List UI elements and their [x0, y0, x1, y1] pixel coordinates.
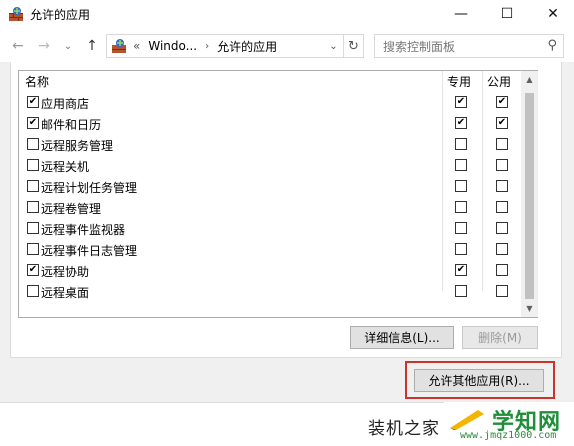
private-network-checkbox[interactable]	[455, 285, 467, 297]
close-button[interactable]: ✕	[530, 0, 574, 28]
private-network-checkbox[interactable]	[455, 159, 467, 171]
app-enabled-checkbox[interactable]	[27, 222, 39, 234]
public-network-checkbox[interactable]: ✔	[496, 117, 508, 129]
app-enabled-checkbox[interactable]: ✔	[27, 264, 39, 276]
private-network-checkbox[interactable]	[455, 138, 467, 150]
private-network-checkbox[interactable]	[455, 222, 467, 234]
app-enabled-checkbox[interactable]: ✔	[27, 96, 39, 108]
navigation-bar: ← → ⌄ ↑ « Windo... › 允许的应用 ⌄ ↻ 搜索控制面板 ⚲	[0, 30, 574, 62]
app-enabled-checkbox[interactable]	[27, 285, 39, 297]
private-network-checkbox[interactable]: ✔	[455, 117, 467, 129]
firewall-app-icon	[9, 7, 23, 21]
recent-locations-button[interactable]: ⌄	[62, 36, 74, 56]
list-item[interactable]: ✔ 邮件和日历 ✔ ✔	[19, 113, 521, 134]
private-network-checkbox[interactable]: ✔	[455, 264, 467, 276]
app-enabled-checkbox[interactable]: ✔	[27, 117, 39, 129]
scroll-down-icon[interactable]: ▼	[521, 300, 538, 317]
watermark-url: www.jmqz1000.com	[460, 430, 557, 441]
public-network-checkbox[interactable]	[496, 222, 508, 234]
arrow-right-icon: →	[38, 38, 50, 54]
public-network-checkbox[interactable]: ✔	[496, 96, 508, 108]
refresh-button[interactable]: ↻	[343, 35, 363, 57]
public-network-checkbox[interactable]	[496, 138, 508, 150]
list-item[interactable]: 远程关机	[19, 155, 521, 176]
private-network-checkbox[interactable]	[455, 201, 467, 213]
breadcrumb-segment[interactable]: 允许的应用	[217, 38, 277, 55]
app-name: 远程协助	[41, 265, 90, 279]
chevron-down-icon: ⌄	[329, 40, 338, 52]
app-name: 应用商店	[41, 97, 90, 111]
public-network-checkbox[interactable]	[496, 159, 508, 171]
up-button[interactable]: ↑	[82, 36, 102, 56]
public-network-checkbox[interactable]	[496, 243, 508, 255]
list-item[interactable]: 远程服务管理	[19, 134, 521, 155]
column-header-public[interactable]: 公用	[487, 71, 511, 91]
public-network-checkbox[interactable]	[496, 285, 508, 297]
details-button[interactable]: 详细信息(L)...	[350, 326, 454, 349]
public-network-checkbox[interactable]	[496, 180, 508, 192]
app-enabled-checkbox[interactable]	[27, 201, 39, 213]
app-name: 远程计划任务管理	[41, 181, 138, 195]
scrollbar-thumb[interactable]	[525, 93, 534, 299]
app-name: 远程服务管理	[41, 139, 114, 153]
search-icon[interactable]: ⚲	[547, 38, 557, 53]
title-bar: 允许的应用 — ☐ ✕	[0, 0, 574, 30]
app-enabled-checkbox[interactable]	[27, 138, 39, 150]
private-network-checkbox[interactable]	[455, 180, 467, 192]
app-name: 远程卷管理	[41, 202, 102, 216]
app-name: 邮件和日历	[41, 118, 102, 132]
app-name: 远程事件监视器	[41, 223, 126, 237]
firewall-app-icon	[112, 39, 126, 53]
column-header-private[interactable]: 专用	[447, 71, 471, 91]
private-network-checkbox[interactable]	[455, 243, 467, 255]
vertical-scrollbar[interactable]: ▲ ▼	[521, 71, 538, 317]
back-button[interactable]: ←	[8, 36, 28, 56]
remove-button[interactable]: 删除(M)	[462, 326, 538, 349]
list-item[interactable]: 远程事件监视器	[19, 218, 521, 239]
maximize-button[interactable]: ☐	[484, 0, 530, 28]
list-item[interactable]: 远程桌面	[19, 281, 521, 302]
app-enabled-checkbox[interactable]	[27, 243, 39, 255]
public-network-checkbox[interactable]	[496, 264, 508, 276]
arrow-up-icon: ↑	[86, 38, 98, 54]
search-input[interactable]: 搜索控制面板 ⚲	[374, 34, 564, 58]
address-overflow-chevron[interactable]: «	[133, 39, 140, 53]
watermark-pencil-icon	[450, 410, 484, 430]
column-header-name[interactable]: 名称	[25, 71, 49, 91]
list-item[interactable]: ✔ 远程协助 ✔	[19, 260, 521, 281]
app-enabled-checkbox[interactable]	[27, 180, 39, 192]
chevron-down-icon: ⌄	[63, 40, 73, 52]
forward-button[interactable]: →	[34, 36, 54, 56]
app-enabled-checkbox[interactable]	[27, 159, 39, 171]
list-item[interactable]: 远程事件日志管理	[19, 239, 521, 260]
window-title: 允许的应用	[30, 8, 91, 22]
app-name: 远程桌面	[41, 286, 90, 300]
list-item[interactable]: ✔ 应用商店 ✔ ✔	[19, 92, 521, 113]
allow-another-app-button[interactable]: 允许其他应用(R)...	[414, 369, 544, 392]
minimize-button[interactable]: —	[438, 0, 484, 28]
refresh-icon: ↻	[348, 38, 359, 54]
arrow-left-icon: ←	[12, 38, 24, 54]
list-item[interactable]: 远程计划任务管理	[19, 176, 521, 197]
private-network-checkbox[interactable]: ✔	[455, 96, 467, 108]
breadcrumb-segment[interactable]: Windo...	[148, 39, 197, 53]
scroll-up-icon[interactable]: ▲	[521, 71, 538, 88]
address-dropdown-button[interactable]: ⌄	[323, 35, 343, 57]
app-name: 远程关机	[41, 160, 90, 174]
address-bar[interactable]: « Windo... › 允许的应用 ⌄ ↻	[106, 34, 364, 58]
allowed-apps-list[interactable]: 名称 专用 公用 ✔ 应用商店 ✔ ✔ ✔ 邮件和日历 ✔ ✔ 远程服务管理 远程关机 远程计划任务…	[18, 70, 538, 318]
app-name: 远程事件日志管理	[41, 244, 138, 258]
watermark-text: 装机之家	[368, 419, 440, 439]
public-network-checkbox[interactable]	[496, 201, 508, 213]
breadcrumb-separator-icon[interactable]: ›	[205, 41, 209, 52]
list-item[interactable]: 远程卷管理	[19, 197, 521, 218]
search-placeholder: 搜索控制面板	[383, 39, 456, 54]
watermark-logo: 学知网 www.jmqz1000.com	[444, 402, 574, 446]
